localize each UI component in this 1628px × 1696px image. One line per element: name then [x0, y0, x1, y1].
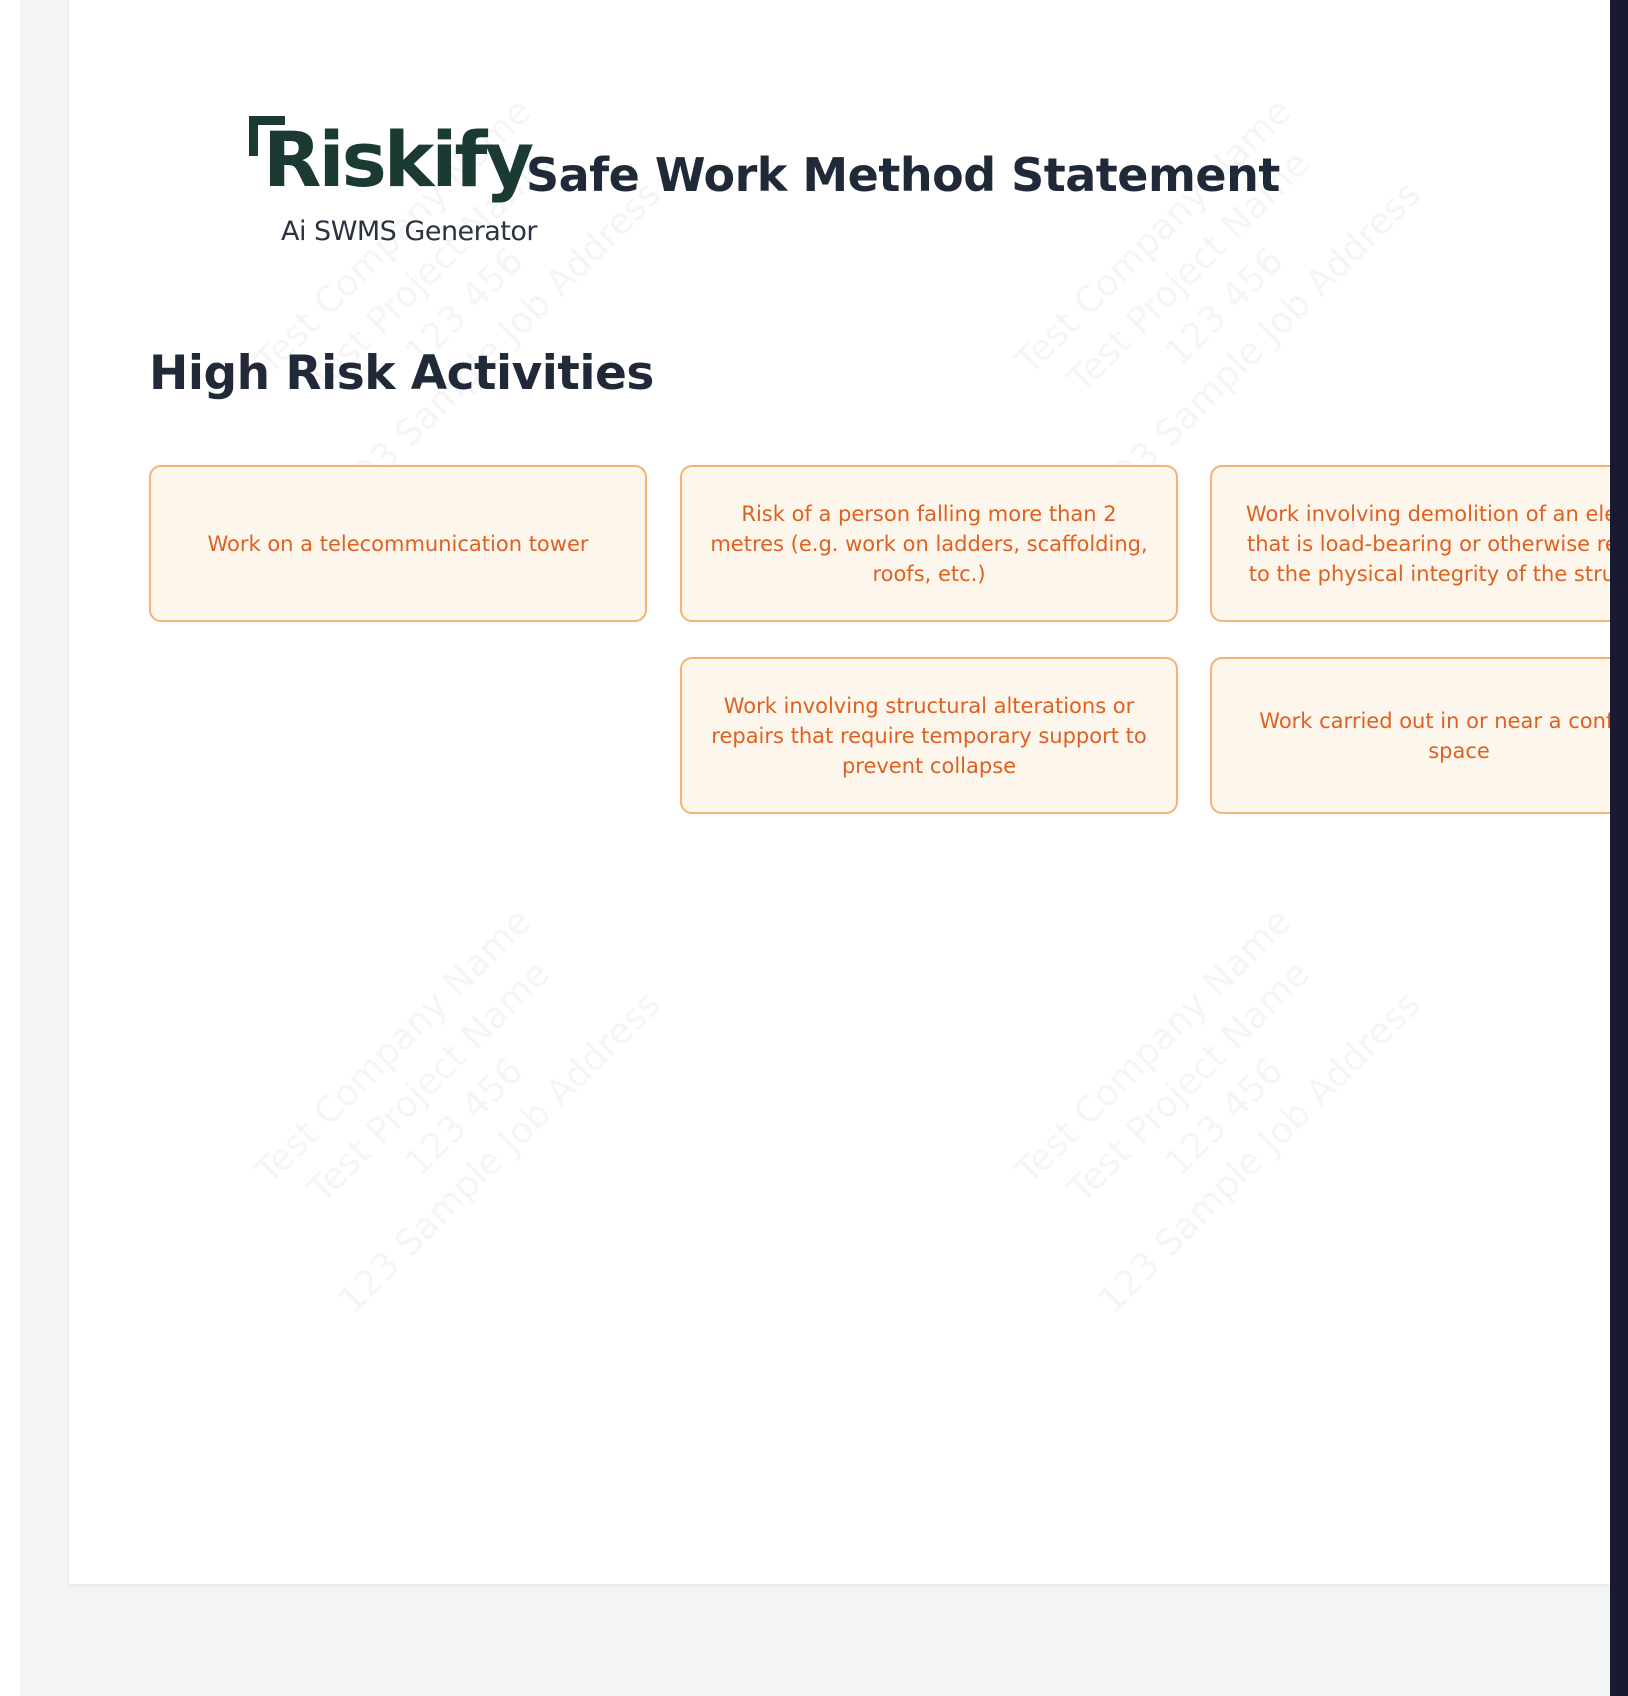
- watermark: Test Company Name Test Project Name 123 …: [192, 845, 701, 1354]
- riskify-logo: Riskify Ai SWMS Generator: [177, 112, 538, 252]
- activity-card: Work involving structural alterations or…: [680, 657, 1178, 814]
- watermark-project: Test Project Name: [988, 881, 1391, 1284]
- watermark-project: Test Project Name: [228, 881, 631, 1284]
- watermark-number: 123 456: [1023, 916, 1426, 1319]
- document-page: Test Company Name Test Project Name 123 …: [69, 0, 1610, 1584]
- activity-card: Work on a telecommunication tower: [149, 465, 647, 622]
- watermark: Test Company Name Test Project Name 123 …: [952, 845, 1461, 1354]
- watermark-company: Test Company Name: [192, 845, 595, 1248]
- activity-card: Risk of a person falling more than 2 met…: [680, 465, 1178, 622]
- activity-label: Risk of a person falling more than 2 met…: [710, 501, 1148, 586]
- document-title: Safe Work Method Statement: [526, 148, 1280, 202]
- activity-label: Work on a telecommunication tower: [207, 531, 589, 556]
- watermark-address: 123 Sample Job Address: [299, 952, 702, 1355]
- activity-label: Work carried out in or near a confined s…: [1259, 708, 1610, 763]
- activity-label: Work involving structural alterations or…: [711, 693, 1147, 778]
- watermark-address: 123 Sample Job Address: [1059, 952, 1462, 1355]
- logo-wordmark: Riskify: [263, 122, 534, 198]
- activity-card: Work carried out in or near a confined s…: [1210, 657, 1610, 814]
- activity-label: Work involving demolition of an element …: [1245, 501, 1610, 586]
- logo-name: Riskify: [263, 115, 534, 204]
- watermark-number: 123 456: [263, 916, 666, 1319]
- watermark-company: Test Company Name: [952, 35, 1355, 438]
- watermark-company: Test Company Name: [952, 845, 1355, 1248]
- section-heading: High Risk Activities: [149, 346, 654, 401]
- watermark-project: Test Project Name: [988, 71, 1391, 474]
- activity-card: Work involving demolition of an element …: [1210, 465, 1610, 622]
- logo-tagline: Ai SWMS Generator: [281, 216, 538, 247]
- viewer-edge-bar: [1610, 0, 1628, 1696]
